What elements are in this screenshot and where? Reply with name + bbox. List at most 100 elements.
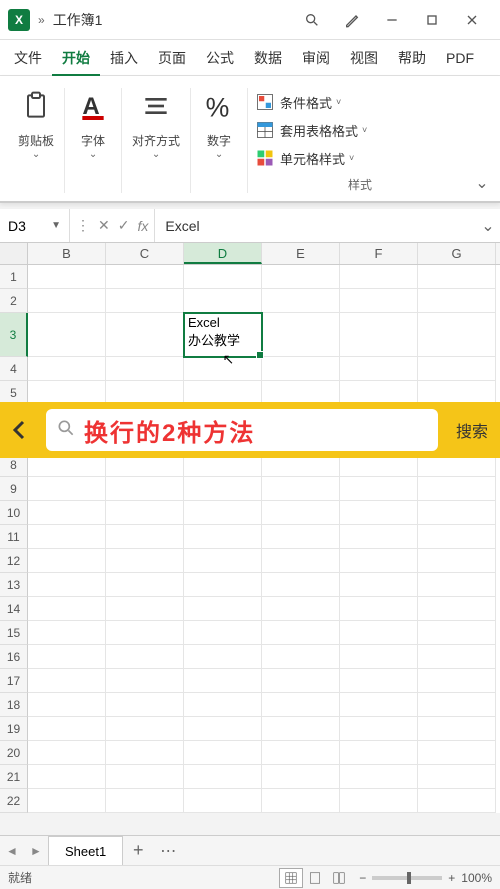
cell[interactable] (262, 669, 340, 693)
cell[interactable] (106, 573, 184, 597)
cell[interactable]: Excel办公教学↖ (184, 313, 262, 357)
page-break-view-icon[interactable] (327, 868, 351, 888)
minimize-button[interactable] (372, 0, 412, 40)
qat-overflow-icon[interactable]: » (38, 13, 45, 27)
cell[interactable] (106, 765, 184, 789)
cell[interactable] (106, 313, 184, 357)
maximize-button[interactable] (412, 0, 452, 40)
col-header-b[interactable]: B (28, 243, 106, 264)
cell[interactable] (262, 645, 340, 669)
cell[interactable] (262, 357, 340, 381)
ribbon-group-clipboard[interactable]: 剪贴板 ⌄ (8, 88, 65, 193)
row-header[interactable]: 18 (0, 693, 28, 717)
cell[interactable] (340, 717, 418, 741)
cell[interactable] (262, 265, 340, 289)
cell[interactable] (184, 621, 262, 645)
cell[interactable] (28, 357, 106, 381)
cell[interactable] (340, 621, 418, 645)
cell[interactable] (262, 313, 340, 357)
row-header[interactable]: 19 (0, 717, 28, 741)
row-header[interactable]: 13 (0, 573, 28, 597)
cell[interactable] (340, 741, 418, 765)
cell[interactable] (340, 477, 418, 501)
cell[interactable] (418, 693, 496, 717)
sheet-options-icon[interactable]: ⋯ (153, 841, 183, 861)
menu-formulas[interactable]: 公式 (196, 40, 244, 76)
fx-icon[interactable]: fx (137, 218, 148, 234)
row-header[interactable]: 22 (0, 789, 28, 813)
col-header-e[interactable]: E (262, 243, 340, 264)
cell[interactable] (262, 741, 340, 765)
cell[interactable] (418, 741, 496, 765)
close-button[interactable] (452, 0, 492, 40)
cell[interactable] (106, 645, 184, 669)
row-header[interactable]: 12 (0, 549, 28, 573)
cell[interactable] (184, 669, 262, 693)
search-icon[interactable] (292, 0, 332, 40)
cell[interactable] (184, 789, 262, 813)
cell[interactable] (262, 525, 340, 549)
menu-data[interactable]: 数据 (244, 40, 292, 76)
cell[interactable] (28, 477, 106, 501)
formula-expand-button[interactable]: ⌄ (476, 216, 500, 236)
cell[interactable] (418, 573, 496, 597)
cell[interactable] (184, 765, 262, 789)
cell[interactable] (106, 357, 184, 381)
back-arrow-icon[interactable] (0, 402, 40, 458)
cell[interactable] (184, 525, 262, 549)
col-header-c[interactable]: C (106, 243, 184, 264)
cell[interactable] (418, 765, 496, 789)
cell[interactable] (28, 597, 106, 621)
normal-view-icon[interactable] (279, 868, 303, 888)
row-header[interactable]: 14 (0, 597, 28, 621)
cell[interactable] (184, 597, 262, 621)
cell[interactable] (262, 573, 340, 597)
menu-view[interactable]: 视图 (340, 40, 388, 76)
cell[interactable] (184, 693, 262, 717)
cell[interactable] (28, 765, 106, 789)
cell[interactable] (106, 741, 184, 765)
cell[interactable] (28, 265, 106, 289)
cell[interactable] (184, 549, 262, 573)
cell[interactable] (340, 645, 418, 669)
cell[interactable] (184, 289, 262, 313)
cell[interactable] (418, 645, 496, 669)
cell[interactable] (106, 265, 184, 289)
sheet-nav-next[interactable]: ► (24, 844, 48, 858)
cell[interactable] (28, 741, 106, 765)
col-header-d[interactable]: D (184, 243, 262, 264)
menu-insert[interactable]: 插入 (100, 40, 148, 76)
cell[interactable] (106, 669, 184, 693)
cell[interactable] (340, 597, 418, 621)
cell-styles-button[interactable]: 单元格样式˅ (256, 144, 464, 172)
overlay-search-button[interactable]: 搜索 (444, 418, 500, 442)
cell[interactable] (340, 549, 418, 573)
cell[interactable] (184, 501, 262, 525)
cell[interactable] (106, 549, 184, 573)
row-header[interactable]: 3 (0, 313, 28, 357)
row-header[interactable]: 21 (0, 765, 28, 789)
cell[interactable] (340, 525, 418, 549)
cell[interactable] (418, 357, 496, 381)
menu-file[interactable]: 文件 (4, 40, 52, 76)
row-header[interactable]: 16 (0, 645, 28, 669)
cell[interactable] (418, 525, 496, 549)
cell[interactable] (106, 477, 184, 501)
name-box[interactable]: D3 ▼ (0, 209, 70, 242)
cell[interactable] (262, 693, 340, 717)
cell[interactable] (106, 525, 184, 549)
row-header[interactable]: 1 (0, 265, 28, 289)
cell[interactable] (28, 525, 106, 549)
cell[interactable] (184, 357, 262, 381)
cell[interactable] (340, 501, 418, 525)
formula-input[interactable]: Excel (155, 218, 476, 234)
cell[interactable] (262, 621, 340, 645)
cell[interactable] (262, 717, 340, 741)
cell[interactable] (418, 313, 496, 357)
cell[interactable] (262, 289, 340, 313)
cancel-icon[interactable]: ✕ (98, 217, 110, 234)
cell[interactable] (340, 289, 418, 313)
enter-icon[interactable]: ✓ (118, 217, 130, 234)
menu-pdf[interactable]: PDF (436, 40, 484, 76)
ribbon-group-number[interactable]: % 数字 ⌄ (191, 88, 248, 193)
